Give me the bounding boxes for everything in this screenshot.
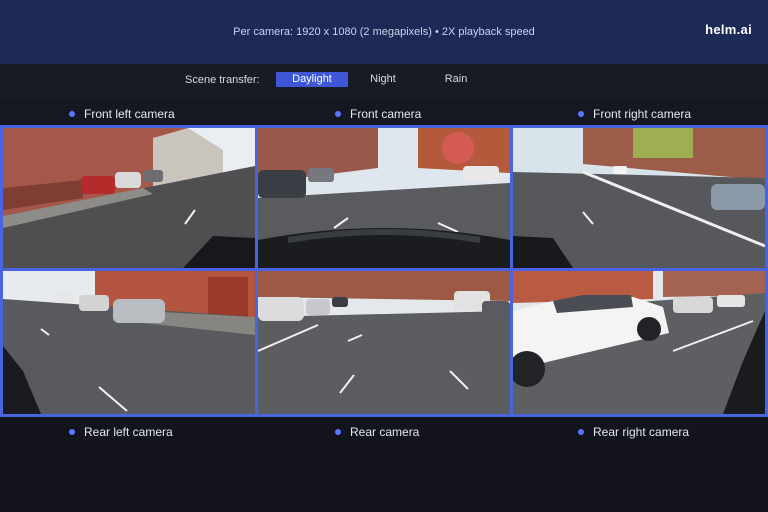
bullet-dot-icon xyxy=(578,429,584,435)
front-left-camera-feed[interactable] xyxy=(3,128,255,268)
front-camera-label: Front camera xyxy=(335,107,421,121)
rear-left-camera-label: Rear left camera xyxy=(69,425,173,439)
front-camera-feed[interactable] xyxy=(258,128,510,268)
bullet-dot-icon xyxy=(69,111,75,117)
rear-left-camera-feed[interactable] xyxy=(3,271,255,414)
front-right-camera-feed[interactable] xyxy=(513,128,765,268)
scene-transfer-label: Scene transfer: xyxy=(185,74,260,86)
header-bar: Per camera: 1920 x 1080 (2 megapixels) •… xyxy=(0,0,768,65)
scene-option-daylight[interactable]: Daylight xyxy=(276,72,348,87)
rear-camera-label: Rear camera xyxy=(335,425,419,439)
scene-option-night[interactable]: Night xyxy=(360,72,406,87)
bullet-dot-icon xyxy=(69,429,75,435)
front-right-camera-label: Front right camera xyxy=(578,107,691,121)
scene-option-rain[interactable]: Rain xyxy=(436,72,476,87)
front-left-camera-label: Front left camera xyxy=(69,107,175,121)
scene-transfer-bar: Scene transfer: Daylight Night Rain xyxy=(0,64,768,98)
camera-grid xyxy=(0,125,768,417)
bullet-dot-icon xyxy=(578,111,584,117)
bullet-dot-icon xyxy=(335,111,341,117)
camera-spec-text: Per camera: 1920 x 1080 (2 megapixels) •… xyxy=(233,26,535,38)
rear-right-camera-label: Rear right camera xyxy=(578,425,689,439)
helm-ai-logo: helm.ai xyxy=(705,22,752,37)
rear-right-camera-feed[interactable] xyxy=(513,271,765,414)
bullet-dot-icon xyxy=(335,429,341,435)
rear-camera-feed[interactable] xyxy=(258,271,510,414)
